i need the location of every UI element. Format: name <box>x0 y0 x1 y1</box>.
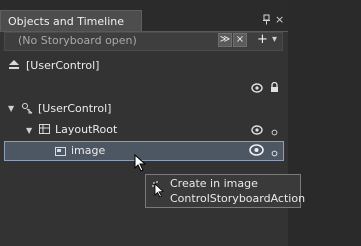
storyboard-menu-arrow[interactable]: ▾ <box>272 34 277 45</box>
storyboard-picker[interactable]: (No Storyboard open) <box>18 34 137 47</box>
expand-arrow-icon[interactable]: ▼ <box>26 126 32 135</box>
image-icon <box>55 146 66 159</box>
usercontrol-icon <box>21 102 33 117</box>
lock-toggle-dot[interactable] <box>271 147 278 160</box>
close-storyboard-button[interactable]: × <box>233 33 247 47</box>
visibility-eye-icon[interactable] <box>251 125 263 138</box>
tree-item-layoutroot[interactable]: LayoutRoot <box>55 123 117 136</box>
expand-arrow-icon[interactable]: ▼ <box>8 104 14 113</box>
grid-icon <box>39 124 50 137</box>
new-storyboard-button[interactable]: + <box>257 32 268 47</box>
drag-cursor-icon <box>151 180 165 201</box>
lock-icon[interactable] <box>270 81 279 96</box>
scope-label: [UserControl] <box>26 59 100 72</box>
pin-icon[interactable] <box>262 14 271 28</box>
right-background <box>288 0 361 246</box>
mouse-cursor-icon <box>134 153 147 175</box>
tooltip-line-2: ControlStoryboardAction <box>170 192 306 205</box>
lock-toggle-dot[interactable] <box>271 126 278 139</box>
close-panel-icon[interactable]: × <box>275 13 284 26</box>
tree-item-usercontrol[interactable]: [UserControl] <box>38 102 111 115</box>
tooltip-line-1: Create in image <box>170 177 258 190</box>
panel-tab[interactable]: Objects and Timeline <box>0 10 142 32</box>
scope-up-icon[interactable] <box>8 59 20 73</box>
collapse-storyboard-button[interactable]: ≫ <box>218 33 232 47</box>
tree-item-image[interactable]: image <box>71 144 105 157</box>
visibility-eye-icon[interactable] <box>251 83 263 96</box>
visibility-eye-icon[interactable] <box>249 144 264 159</box>
